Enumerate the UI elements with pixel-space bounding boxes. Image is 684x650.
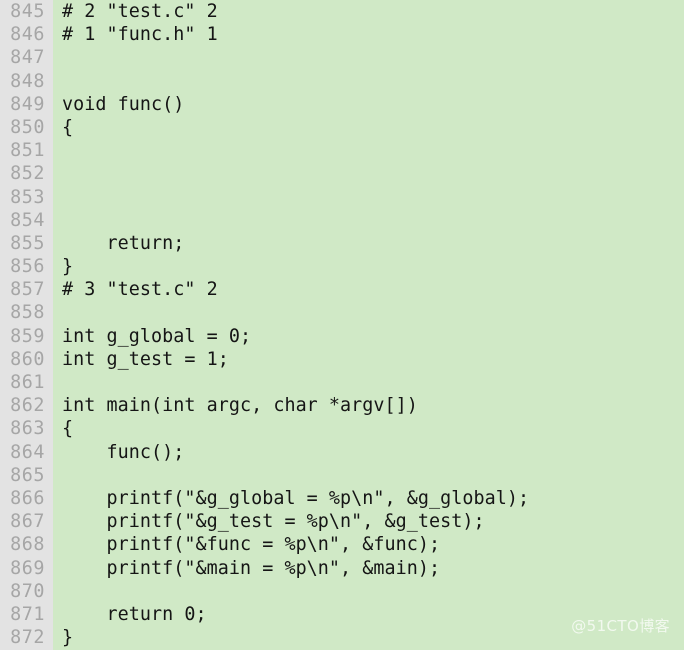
code-line: printf("&func = %p\n", &func); <box>62 534 441 556</box>
code-line: int g_global = 0; <box>62 325 252 347</box>
line-number: 846 <box>10 24 45 46</box>
line-number: 865 <box>10 464 45 486</box>
line-number: 869 <box>10 557 45 579</box>
code-line: void func() <box>62 93 185 115</box>
code-line: printf("&g_test = %p\n", &g_test); <box>62 511 485 533</box>
code-line: printf("&main = %p\n", &main); <box>62 557 441 579</box>
line-number: 872 <box>10 627 45 649</box>
code-line: func(); <box>62 441 185 463</box>
code-line: printf("&g_global = %p\n", &g_global); <box>62 487 530 509</box>
line-number: 845 <box>10 1 45 22</box>
line-number: 863 <box>10 418 45 440</box>
line-number: 870 <box>10 580 45 602</box>
line-number: 852 <box>10 163 45 185</box>
code-line: # 3 "test.c" 2 <box>62 279 218 301</box>
line-number: 858 <box>10 302 45 324</box>
line-number: 859 <box>10 325 45 347</box>
line-number: 867 <box>10 511 45 533</box>
line-number: 862 <box>10 395 45 417</box>
line-number: 868 <box>10 534 45 556</box>
code-line: } <box>62 627 74 649</box>
code-line: # 1 "func.h" 1 <box>62 24 218 46</box>
line-number: 855 <box>10 232 45 254</box>
line-number: 857 <box>10 279 45 301</box>
line-number: 871 <box>10 603 45 625</box>
line-number: 848 <box>10 70 45 92</box>
line-number-list: 845 846 847 848 849 850 851 852 853 854 855 856 857 8… <box>0 0 45 649</box>
code-viewer[interactable]: 845 846 847 848 849 850 851 852 853 854 855 856 857 8… <box>0 0 684 650</box>
line-number: 851 <box>10 140 45 162</box>
line-number: 847 <box>10 47 45 69</box>
line-number: 853 <box>10 186 45 208</box>
code-content-pane[interactable]: # 2 "test.c" 2 # 1 "func.h" 1 void func(){… <box>53 0 684 650</box>
code-line: int g_test = 1; <box>62 348 229 370</box>
code-line: return 0; <box>62 603 207 625</box>
line-number: 866 <box>10 487 45 509</box>
line-number: 856 <box>10 256 45 278</box>
code-line: { <box>62 418 74 440</box>
line-number: 850 <box>10 116 45 138</box>
line-number: 860 <box>10 348 45 370</box>
code-line: { <box>62 116 74 138</box>
line-number: 864 <box>10 441 45 463</box>
code-line-list: # 2 "test.c" 2 # 1 "func.h" 1 void func(){… <box>62 0 529 649</box>
line-number-gutter: 845 846 847 848 849 850 851 852 853 854 855 856 857 8… <box>0 0 53 650</box>
code-line: int main(int argc, char *argv[]) <box>62 395 418 417</box>
code-line: # 2 "test.c" 2 <box>62 1 218 22</box>
code-line: return; <box>62 232 185 254</box>
line-number: 854 <box>10 209 45 231</box>
code-line: } <box>62 256 74 278</box>
line-number: 861 <box>10 372 45 393</box>
line-number: 849 <box>10 93 45 115</box>
